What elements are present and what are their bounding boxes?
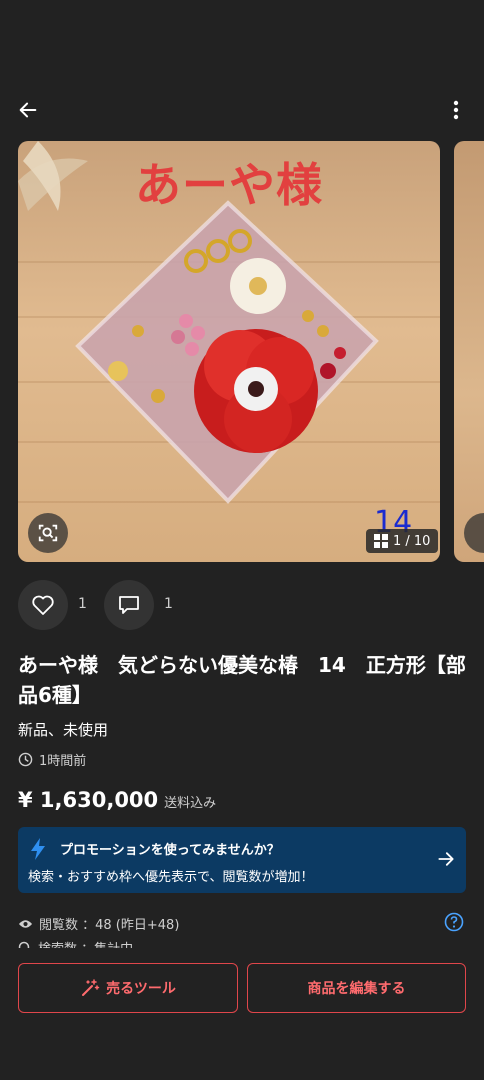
- comment-count: 1: [164, 596, 173, 612]
- promotion-text: 検索・おすすめ枠へ優先表示で、閲覧数が増加！: [28, 870, 314, 885]
- comment-button[interactable]: [104, 580, 154, 630]
- search-icon: [18, 941, 30, 948]
- like-button[interactable]: [18, 580, 68, 630]
- photo-caption-text: あーや様: [135, 158, 323, 212]
- item-stats: 閲覧数 ：48 (昨日+48) 検索数 ：集計中: [18, 912, 466, 948]
- comment-icon: [119, 596, 139, 614]
- shipping-note: 送料込み: [164, 796, 217, 811]
- next-product-photo[interactable]: [454, 141, 484, 562]
- arrow-left-icon: [19, 102, 37, 118]
- item-title: あーや様 気どらない優美な椿 14 正方形【部品6種】: [18, 653, 466, 707]
- item-condition: 新品、未使用: [18, 721, 109, 739]
- help-icon[interactable]: [444, 912, 464, 932]
- posted-time: 1時間前: [18, 750, 86, 769]
- image-search-button[interactable]: [28, 513, 68, 553]
- price-amount: ¥ 1,630,000: [18, 788, 159, 812]
- image-carousel[interactable]: あーや様 14 1 / 10: [0, 141, 484, 562]
- product-photo[interactable]: あーや様 14 1 / 10: [18, 141, 440, 562]
- like-count: 1: [78, 596, 87, 612]
- promotion-banner[interactable]: プロモーションを使ってみませんか？ 検索・おすすめ枠へ優先表示で、閲覧数が増加！: [18, 827, 466, 893]
- image-search-icon: [38, 524, 58, 542]
- bottom-action-bar: 売るツール 商品を編集する: [0, 948, 484, 1080]
- eye-icon: [18, 919, 33, 928]
- search-stat-text: 検索数 ：集計中: [38, 938, 133, 948]
- sell-tools-button[interactable]: 売るツール: [18, 963, 238, 1013]
- magic-wand-icon: [82, 979, 100, 996]
- back-button[interactable]: [12, 94, 44, 126]
- grid-icon: [374, 534, 388, 548]
- search-stat: 検索数 ：集計中: [18, 938, 133, 948]
- sell-tools-label: 売るツール: [106, 981, 176, 997]
- more-vertical-icon: [453, 100, 459, 120]
- edit-item-label: 商品を編集する: [307, 981, 406, 997]
- more-options-button[interactable]: [442, 94, 470, 126]
- heart-icon: [32, 595, 54, 615]
- price-block: ¥ 1,630,000 送料込み: [18, 788, 216, 812]
- lightning-icon: [31, 838, 45, 860]
- image-search-button[interactable]: [464, 513, 484, 553]
- clock-icon: [18, 752, 33, 767]
- views-stat: 閲覧数 ：48 (昨日+48): [18, 914, 179, 933]
- photo-page-counter[interactable]: 1 / 10: [366, 529, 439, 553]
- action-row: 1 1: [18, 580, 478, 630]
- views-text: 閲覧数 ：48 (昨日+48): [39, 918, 180, 933]
- edit-item-button[interactable]: 商品を編集する: [247, 963, 466, 1013]
- page-counter-text: 1 / 10: [393, 533, 431, 549]
- posted-time-text: 1時間前: [39, 754, 87, 769]
- promotion-title: プロモーションを使ってみませんか？: [60, 843, 280, 858]
- top-bar: [0, 88, 484, 132]
- arrow-right-icon: [438, 852, 454, 866]
